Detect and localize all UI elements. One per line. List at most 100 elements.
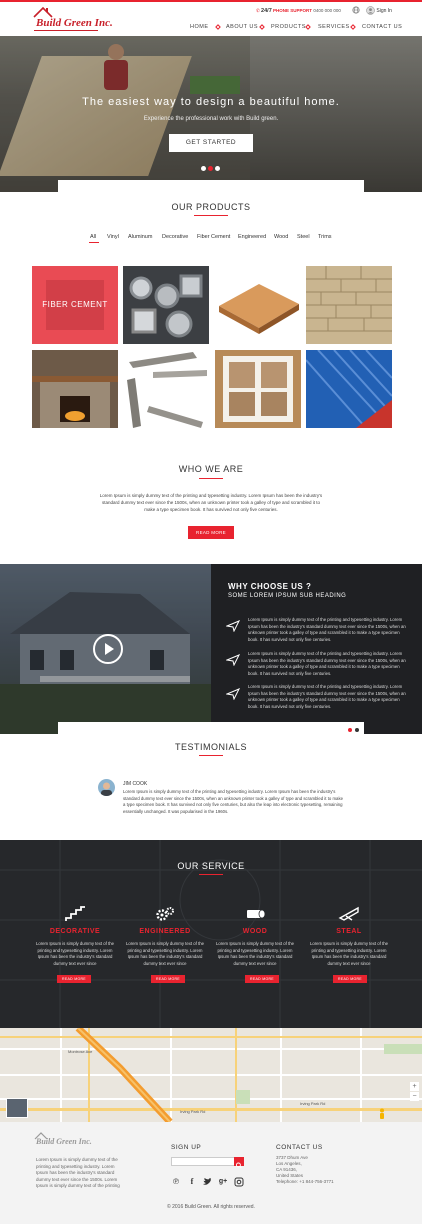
filter-aluminum[interactable]: Aluminum — [128, 234, 152, 240]
filter-vinyl[interactable]: Vinyl — [107, 234, 119, 240]
nav-separator — [305, 24, 311, 30]
product-tile-trims[interactable] — [123, 350, 209, 428]
service-name: DECORATIVE — [49, 928, 101, 935]
nav-separator — [259, 24, 265, 30]
map-satellite-toggle[interactable] — [6, 1098, 28, 1118]
nav-contact[interactable]: CONTACT US — [362, 24, 402, 30]
filter-decorative[interactable]: Decorative — [162, 234, 188, 240]
brand-logo[interactable]: Build Green Inc. — [30, 6, 113, 32]
house-video-panel — [0, 564, 211, 734]
steel-beam-icon — [338, 906, 359, 921]
product-tile-aluminum[interactable] — [123, 266, 209, 344]
aluminum-profiles-image — [123, 266, 209, 344]
play-video-button[interactable] — [93, 634, 123, 664]
signup-submit-button[interactable] — [234, 1157, 244, 1169]
filter-trims[interactable]: Trims — [318, 234, 332, 240]
globe-icon[interactable] — [352, 6, 360, 14]
brand-name: Build Green Inc. — [36, 17, 113, 29]
hero-slider: The easiest way to design a beautiful ho… — [0, 36, 422, 192]
why-item-text: Lorem Ipsum is simply dummy text of the … — [248, 651, 406, 676]
search-icon — [235, 1162, 242, 1169]
slider-dot[interactable] — [201, 166, 206, 171]
map-street-label: Montrose Ave — [68, 1049, 93, 1054]
testimonial-author: JIM COOK — [123, 781, 148, 787]
filter-all[interactable]: All — [90, 234, 96, 240]
phone-icon: ✆ — [256, 8, 260, 13]
get-started-button[interactable]: GET STARTED — [169, 134, 253, 152]
about-read-more-button[interactable]: READ MORE — [188, 526, 234, 539]
nav-about[interactable]: ABOUT US — [226, 24, 258, 30]
google-plus-icon[interactable]: g+ — [218, 1177, 228, 1187]
service-name: ENGINEERED — [139, 928, 191, 935]
product-tile-wood-panel[interactable] — [215, 266, 301, 344]
pinterest-icon[interactable]: ℗ — [171, 1177, 181, 1187]
highway — [75, 1028, 422, 1122]
filter-engineered[interactable]: Engineered — [238, 234, 266, 240]
service-read-more-button[interactable]: READ MORE — [245, 975, 279, 983]
signup-title: SIGN UP — [171, 1144, 202, 1151]
about-text: Lorem Ipsum is simply dummy text of the … — [99, 493, 323, 512]
service-read-more-button[interactable]: READ MORE — [151, 975, 185, 983]
product-tile-window[interactable] — [215, 350, 301, 428]
contact-title: CONTACT US — [276, 1144, 323, 1151]
twitter-icon[interactable] — [202, 1177, 212, 1187]
window-image — [215, 350, 301, 428]
hero-title: The easiest way to design a beautiful ho… — [82, 96, 340, 108]
signup-email-input[interactable] — [171, 1157, 235, 1166]
sign-in-link[interactable]: Sign In — [366, 6, 392, 15]
facebook-icon[interactable]: f — [187, 1177, 197, 1187]
trims-image — [127, 352, 207, 428]
nav-home[interactable]: HOME — [190, 24, 209, 30]
products-title: OUR PRODUCTS — [171, 202, 251, 212]
product-tile-fireplace[interactable] — [32, 350, 118, 428]
paper-plane-icon — [226, 654, 240, 666]
map-street-label: Irving Park Rd — [300, 1101, 326, 1106]
why-item-text: Lorem Ipsum is simply dummy text of the … — [248, 684, 406, 709]
map-zoom-in-button[interactable]: + — [410, 1082, 419, 1091]
paper-plane-icon — [226, 688, 240, 700]
filter-wood[interactable]: Wood — [274, 234, 288, 240]
testimonial-dot-active[interactable] — [348, 728, 352, 732]
slider-dot-active[interactable] — [208, 166, 213, 171]
paper-plane-icon — [226, 620, 240, 632]
nav-services[interactable]: SERVICES — [318, 24, 350, 30]
filter-steel[interactable]: Steel — [297, 234, 310, 240]
pegman-icon[interactable] — [378, 1108, 386, 1120]
location-map[interactable]: Irving Park Rd Montrose Ave Irving Park … — [0, 1028, 422, 1122]
product-tile-steel-roofing[interactable] — [306, 350, 392, 428]
testimonials-title: TESTIMONIALS — [174, 742, 247, 752]
filter-fiber-cement[interactable]: Fiber Cement — [197, 234, 230, 240]
testimonial-dot[interactable] — [355, 728, 359, 732]
service-read-more-button[interactable]: READ MORE — [57, 975, 91, 983]
fireplace-image — [32, 350, 118, 428]
service-name: STEAL — [336, 928, 362, 935]
product-tile-stone-veneer[interactable] — [306, 266, 392, 344]
service-text: Lorem Ipsum is simply dummy text of the … — [215, 941, 295, 966]
service-title: OUR SERVICE — [177, 861, 245, 871]
map-street-label: Irving Park Rd — [180, 1109, 206, 1114]
contact-phone: Telephone: +1 844-756-3771 — [276, 1179, 334, 1184]
footer-brand[interactable]: Build Green Inc. — [36, 1137, 92, 1146]
service-text: Lorem Ipsum is simply dummy text of the … — [309, 941, 389, 966]
phone-support[interactable]: ✆ 24/7 PHONE SUPPORT 0400 000 000 — [256, 8, 341, 14]
instagram-icon[interactable] — [234, 1177, 244, 1187]
slider-dot[interactable] — [215, 166, 220, 171]
avatar — [98, 779, 115, 796]
product-tile-fiber-cement[interactable]: FIBER CEMENT — [32, 266, 118, 344]
site-header: Build Green Inc. ✆ 24/7 PHONE SUPPORT 04… — [0, 2, 422, 36]
play-icon — [105, 643, 114, 655]
service-read-more-button[interactable]: READ MORE — [333, 975, 367, 983]
about-title: WHO WE ARE — [178, 464, 244, 474]
steel-roofing-image — [306, 350, 392, 428]
product-tile-label: FIBER CEMENT — [42, 300, 108, 309]
service-text: Lorem Ipsum is simply dummy text of the … — [125, 941, 205, 966]
map-zoom-out-button[interactable]: − — [410, 1092, 419, 1101]
nav-separator — [215, 24, 221, 30]
products-title-box — [58, 180, 364, 220]
nav-products[interactable]: PRODUCTS — [271, 24, 306, 30]
copyright: © 2016 Build Green. All rights reserved. — [167, 1204, 255, 1210]
footer-about-text: Lorem Ipsum is simply dummy text of the … — [36, 1157, 120, 1188]
gears-icon — [156, 907, 174, 921]
nav-separator — [350, 24, 356, 30]
service-text: Lorem Ipsum is simply dummy text of the … — [35, 941, 115, 966]
